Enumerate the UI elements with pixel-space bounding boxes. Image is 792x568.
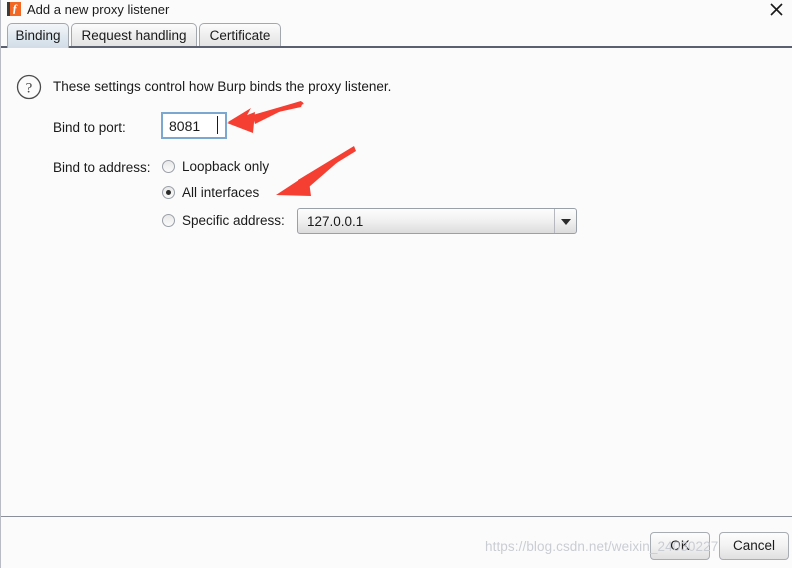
- chevron-down-icon[interactable]: [554, 209, 576, 233]
- title-bar: ƒ Add a new proxy listener: [1, 0, 792, 19]
- tab-underline-active-gap: [8, 46, 68, 48]
- specific-address-value: 127.0.0.1: [307, 214, 364, 229]
- panel-description: These settings control how Burp binds th…: [53, 79, 392, 94]
- radio-label-loopback-only: Loopback only: [182, 159, 270, 174]
- burp-suite-icon: ƒ: [7, 1, 21, 16]
- tab-binding[interactable]: Binding: [7, 23, 69, 48]
- tab-strip: Binding Request handling Certificate: [1, 22, 792, 48]
- chevron-down-glyph: [561, 219, 571, 225]
- text-caret: [217, 116, 218, 134]
- footer-separator: [1, 516, 792, 517]
- radio-label-all-interfaces: All interfaces: [182, 185, 260, 200]
- specific-address-dropdown[interactable]: 127.0.0.1: [297, 208, 577, 234]
- dialog-window: ƒ Add a new proxy listener Binding Reque…: [0, 0, 792, 568]
- window-title: Add a new proxy listener: [27, 2, 170, 17]
- tab-certificate[interactable]: Certificate: [199, 23, 281, 48]
- question-mark-icon: ?: [16, 74, 42, 103]
- burp-icon-glyph: ƒ: [12, 1, 18, 15]
- radio-mark-loopback-only[interactable]: [162, 160, 175, 173]
- bind-to-address-label: Bind to address:: [53, 160, 151, 175]
- radio-mark-specific-address[interactable]: [162, 214, 175, 227]
- radio-label-specific-address: Specific address:: [182, 213, 285, 228]
- cancel-button[interactable]: Cancel: [719, 532, 789, 560]
- close-icon[interactable]: [763, 0, 789, 19]
- radio-mark-all-interfaces[interactable]: [162, 186, 175, 199]
- tab-request-handling[interactable]: Request handling: [71, 23, 197, 48]
- ok-button[interactable]: OK: [650, 532, 710, 560]
- bind-to-port-label: Bind to port:: [53, 120, 126, 135]
- svg-text:?: ?: [26, 81, 33, 97]
